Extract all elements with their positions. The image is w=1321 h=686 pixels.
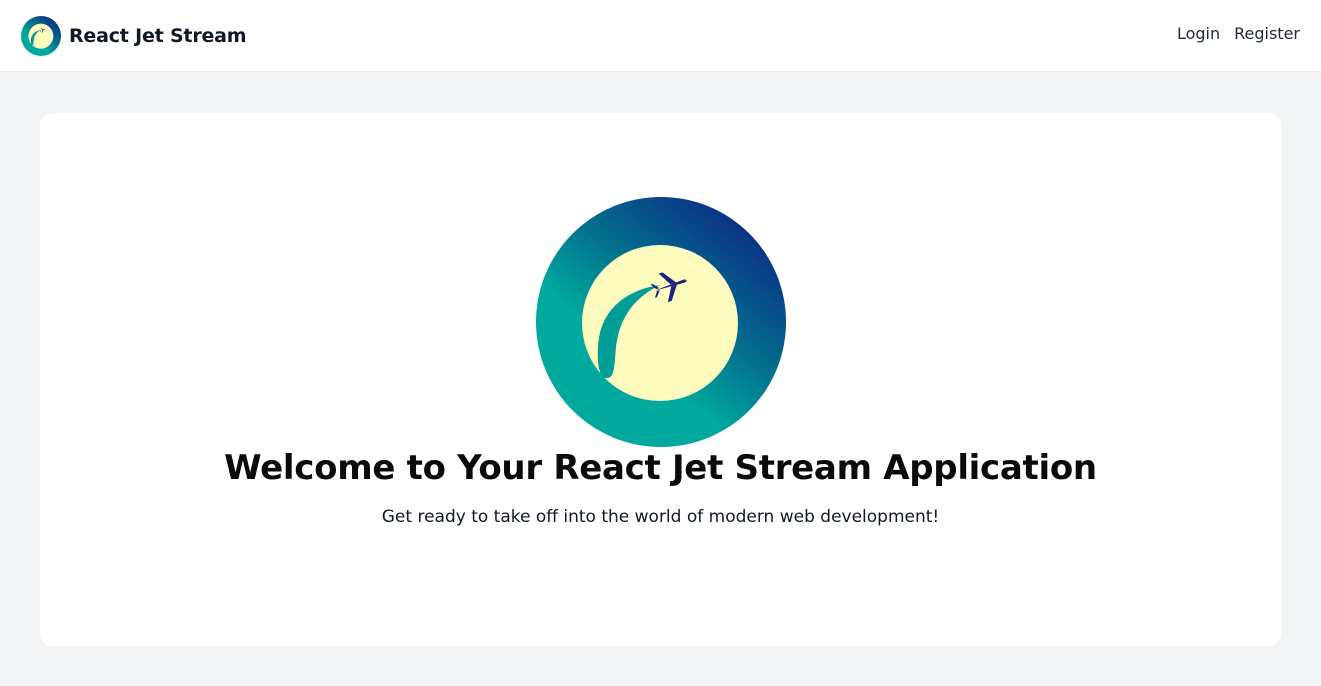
page-title: Welcome to Your React Jet Stream Applica… bbox=[224, 448, 1097, 488]
brand-name: React Jet Stream bbox=[69, 25, 247, 47]
login-link[interactable]: Login bbox=[1177, 24, 1220, 43]
brand-home-link[interactable]: React Jet Stream bbox=[21, 16, 247, 56]
register-link[interactable]: Register bbox=[1234, 24, 1300, 43]
top-navbar: React Jet Stream Login Register bbox=[0, 0, 1321, 72]
jet-stream-logo-icon bbox=[21, 16, 61, 56]
page-subtitle: Get ready to take off into the world of … bbox=[381, 507, 940, 527]
welcome-card: Welcome to Your React Jet Stream Applica… bbox=[40, 113, 1281, 646]
jet-stream-logo-icon bbox=[536, 197, 786, 447]
auth-nav: Login Register bbox=[1177, 24, 1300, 43]
